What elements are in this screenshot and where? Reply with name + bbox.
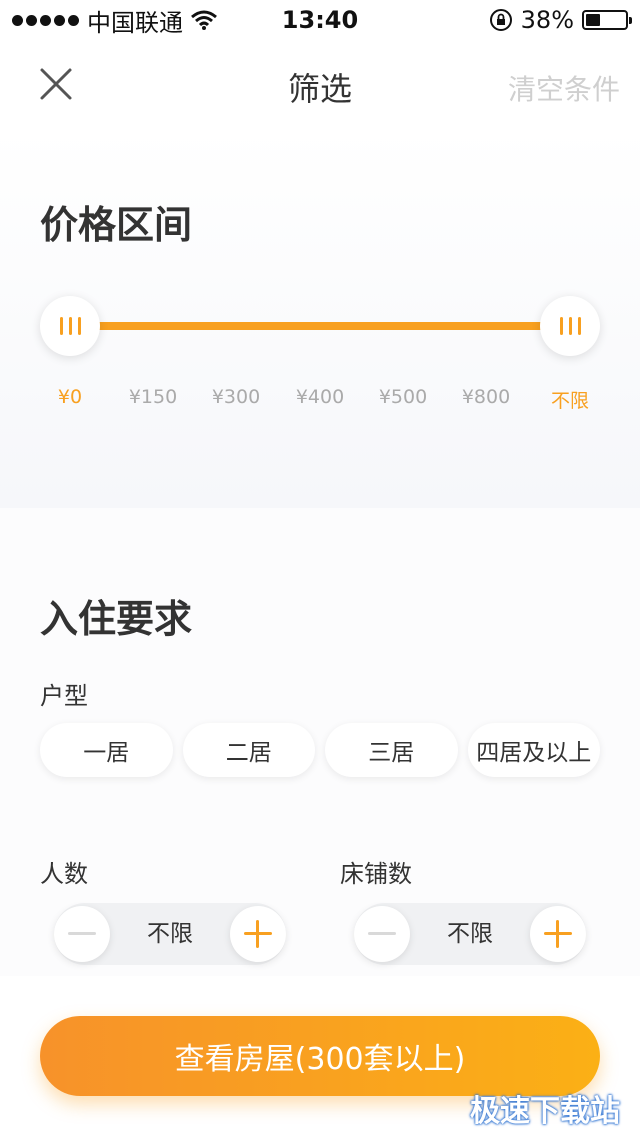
beds-minus-button[interactable] (354, 906, 410, 962)
price-label-400[interactable]: ¥400 (296, 386, 344, 408)
beds-label: 床铺数 (340, 860, 412, 888)
nav-bar: 筛选 清空条件 (0, 40, 640, 128)
status-left: 中国联通 (12, 3, 217, 38)
battery-icon (582, 10, 632, 30)
status-bar: 中国联通 13:40 38% (0, 0, 640, 40)
price-section-title: 价格区间 (40, 203, 193, 247)
price-label-500[interactable]: ¥500 (379, 386, 427, 408)
room-type-option-2[interactable]: 二居 (182, 723, 315, 777)
price-label-300[interactable]: ¥300 (212, 386, 260, 408)
beds-plus-button[interactable] (530, 906, 586, 962)
bottom-bar: 查看房屋(300套以上) 极速下载站 (0, 976, 640, 1136)
room-type-option-3[interactable]: 三居 (325, 723, 458, 777)
carrier-label: 中国联通 (87, 8, 183, 37)
room-type-label: 户型 (40, 682, 88, 710)
minus-icon (68, 932, 96, 935)
wifi-icon (191, 10, 217, 30)
room-type-options: 一居 二居 三居 四居及以上 (40, 723, 600, 777)
beds-value: 不限 (447, 921, 493, 947)
price-slider-track[interactable] (70, 322, 570, 330)
plus-icon-vertical (556, 920, 559, 948)
people-minus-button[interactable] (54, 906, 110, 962)
price-section: 价格区间 ¥0 ¥150 ¥300 ¥400 ¥500 ¥800 不限 (0, 128, 640, 508)
battery-percent: 38% (520, 6, 574, 34)
price-slider-min-handle[interactable] (40, 296, 100, 356)
signal-icon (12, 14, 79, 26)
people-plus-button[interactable] (230, 906, 286, 962)
requirements-section: 入住要求 户型 一居 二居 三居 四居及以上 人数 不限 床铺数 不限 (0, 508, 640, 976)
close-icon[interactable] (36, 64, 76, 104)
people-stepper: 不限 (54, 903, 286, 965)
minus-icon (368, 932, 396, 935)
price-label-0[interactable]: ¥0 (58, 386, 82, 408)
price-label-150[interactable]: ¥150 (129, 386, 177, 408)
view-houses-button[interactable]: 查看房屋(300套以上) (40, 1016, 600, 1096)
room-type-option-4plus[interactable]: 四居及以上 (467, 723, 600, 777)
plus-icon-vertical (256, 920, 259, 948)
clear-filters-button[interactable]: 清空条件 (508, 68, 620, 108)
price-label-unlimited[interactable]: 不限 (551, 386, 589, 413)
requirements-title: 入住要求 (40, 597, 193, 641)
room-type-option-1[interactable]: 一居 (40, 723, 173, 777)
people-value: 不限 (147, 921, 193, 947)
price-slider-max-handle[interactable] (540, 296, 600, 356)
watermark: 极速下载站 (470, 1094, 620, 1129)
beds-stepper: 不限 (354, 903, 586, 965)
status-right: 38% (489, 6, 632, 34)
price-labels: ¥0 ¥150 ¥300 ¥400 ¥500 ¥800 不限 (40, 386, 600, 416)
people-label: 人数 (40, 860, 88, 888)
rotation-lock-icon (489, 9, 512, 31)
battery-fill (586, 14, 601, 26)
price-label-800[interactable]: ¥800 (462, 386, 510, 408)
